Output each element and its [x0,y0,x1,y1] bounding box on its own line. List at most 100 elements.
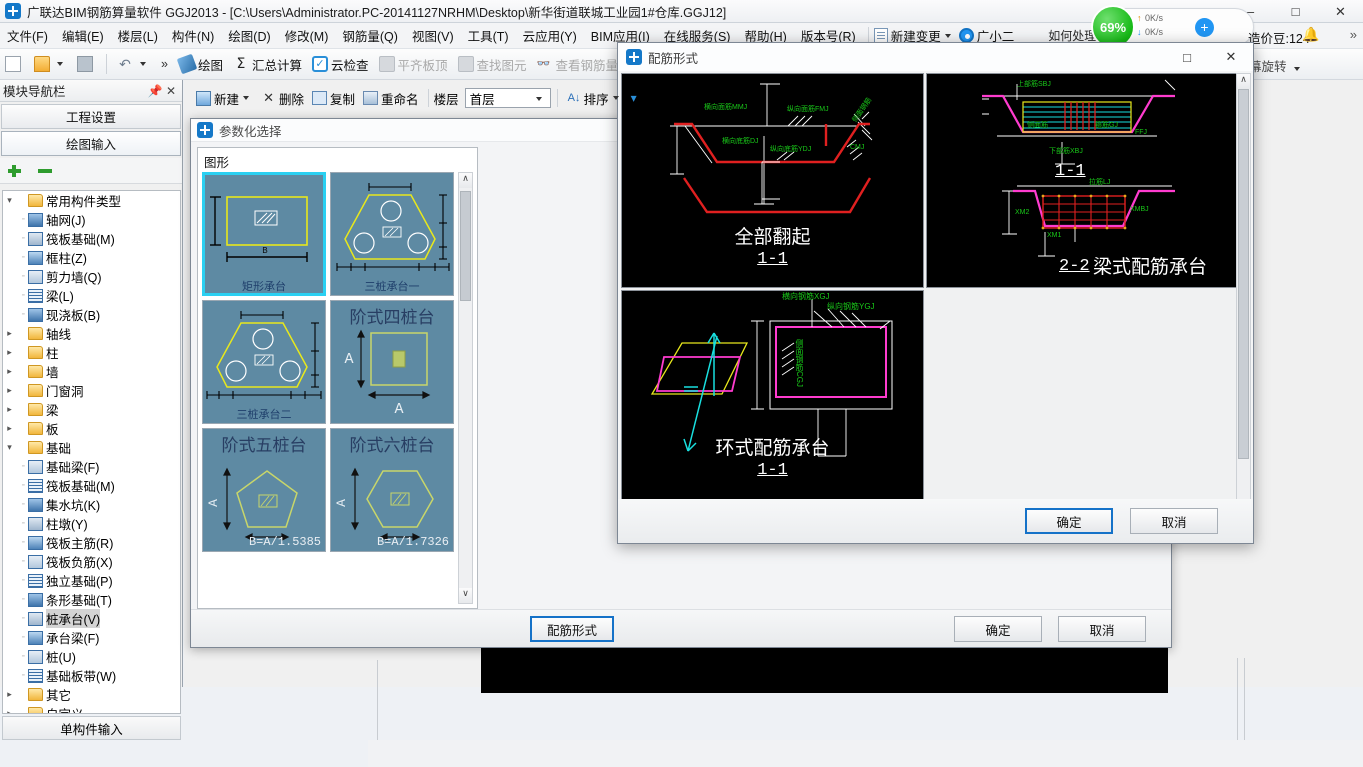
param-ok-button[interactable]: 确定 [954,616,1042,642]
align-slab-top-button[interactable]: 平齐板顶 [374,53,453,76]
floor-select[interactable]: 首层 [464,88,551,108]
shape-grid[interactable]: B 矩形承台 三桩承台一 三桩承台二 A A 阶式四桩台 A 阶式五桩台 B=A… [202,172,460,604]
summary-calc-button[interactable]: Σ 汇总计算 [228,53,307,76]
tree-item-folder[interactable]: ▸ 墙 [3,362,180,381]
tree-item-component[interactable]: ╶ 柱墩(Y) [3,514,180,533]
pin-icon[interactable]: 📌 [147,84,163,98]
add-icon[interactable] [6,163,26,179]
scroll-up-icon[interactable]: ∧ [1237,74,1250,89]
menu-item-floor[interactable]: 楼层(L) [111,23,165,48]
close-button[interactable]: ✕ [1318,0,1363,23]
scroll-thumb[interactable] [1238,89,1249,459]
view-rebar-button[interactable]: 👓 查看钢筋量 [532,53,624,76]
cloud-check-button[interactable]: ✓ 云检查 [307,53,374,76]
menu-item-file[interactable]: 文件(F) [0,23,55,48]
chevron-right-icon[interactable]: ▸ [3,328,16,339]
tab-draw-input[interactable]: 绘图输入 [1,131,181,156]
new-file-button[interactable] [0,54,29,74]
tree-item-component[interactable]: ╶ 独立基础(P) [3,571,180,590]
tree-item-component[interactable]: ╶ 桩承台(V) [3,609,180,628]
chevron-right-icon[interactable]: ▸ [3,423,16,434]
rebar-ok-button[interactable]: 确定 [1025,508,1113,534]
scroll-down-icon[interactable]: ∨ [459,588,472,603]
close-icon[interactable]: ✕ [163,84,179,98]
add-plus-icon[interactable]: + [1195,18,1214,37]
shape-grid-scrollbar[interactable]: ∧ ∨ [458,172,473,604]
rebar-form-grid[interactable]: 横向面筋MMJ 纵向面筋FMJ 横向底筋DJ 纵向底筋YDJ 侧面钢筋 CMJ … [621,73,1241,533]
chevron-right-icon[interactable]: ▸ [3,347,16,358]
menu-item-edit[interactable]: 编辑(E) [55,23,111,48]
shape-option-tri-pile-2[interactable]: 三桩承台二 [202,300,326,424]
open-file-button[interactable] [29,54,72,74]
tree-item-component[interactable]: ╶ 筏板基础(M) [3,476,180,495]
rebar-cell-ring-type-cap[interactable]: 横向钢筋XGJ 纵向钢筋YGJ 侧面钢筋CGJ 环式配筋承台 1-1 [621,290,924,502]
shape-option-step-4-pile[interactable]: A A 阶式四桩台 [330,300,454,424]
chevron-right-icon[interactable]: ▸ [3,708,16,713]
tree-item-component[interactable]: ╶ 条形基础(T) [3,590,180,609]
rebar-cancel-button[interactable]: 取消 [1130,508,1218,534]
chevron-right-icon[interactable]: ▸ [3,366,16,377]
draw-button[interactable]: 绘图 [174,53,228,76]
menu-item-cloud-app[interactable]: 云应用(Y) [516,23,584,48]
rebar-cell-beam-type-cap[interactable]: 上部筋SBJ 下部筋XBJ 侧面筋 箍筋GJ 拉筋LJ FFJ XM1 XM2 … [926,73,1240,288]
undo-button[interactable]: ↶ [112,54,155,74]
tab-single-component-input[interactable]: 单构件输入 [2,716,181,740]
chevron-right-icon[interactable]: ▸ [3,689,16,700]
menu-item-modify[interactable]: 修改(M) [278,23,336,48]
copy-component-button[interactable]: 复制 [308,87,359,110]
menu-item-view[interactable]: 视图(V) [405,23,461,48]
menu-item-rebar-qty[interactable]: 钢筋量(Q) [335,23,405,48]
tree-item-component[interactable]: ╶ 桩(U) [3,647,180,666]
shape-option-step-6-pile[interactable]: A 阶式六桩台 B=A/1.7326 [330,428,454,552]
tree-item-folder[interactable]: ▸ 柱 [3,343,180,362]
tree-item-component[interactable]: ╶ 基础梁(F) [3,457,180,476]
param-cancel-button[interactable]: 取消 [1058,616,1146,642]
tree-item-component[interactable]: ╶ 基础板带(W) [3,666,180,685]
find-element-button[interactable]: 查找图元 [453,53,532,76]
chevron-down-icon[interactable]: ▾ [3,195,16,206]
tree-item-component[interactable]: ╶ 轴网(J) [3,210,180,229]
shape-option-rect-cap[interactable]: B 矩形承台 [202,172,326,296]
tab-project-settings[interactable]: 工程设置 [1,104,181,129]
new-component-button[interactable]: 新建 [192,87,257,110]
tree-item-component[interactable]: ╶ 现浇板(B) [3,305,180,324]
rebar-maximize-button[interactable]: □ [1165,43,1209,71]
network-speed-widget[interactable]: 69% ↑ ↓ 0K/s 0K/s + [1091,5,1254,49]
filter-button[interactable]: ▾ 过滤 [627,87,677,110]
save-button[interactable] [72,54,101,74]
tree-item-component[interactable]: ╶ 筏板基础(M) [3,229,180,248]
chevron-down-icon[interactable]: ▾ [3,442,16,453]
shape-option-tri-pile-1[interactable]: 三桩承台一 [330,172,454,296]
tree-item-component[interactable]: ╶ 剪力墙(Q) [3,267,180,286]
component-tree[interactable]: ▾ 常用构件类型 ╶ 轴网(J) ╶ 筏板基础(M) ╶ 框柱(Z) ╶ 剪力墙(Q) ╶ 梁(L) ╶… [2,190,181,714]
tree-item-folder[interactable]: ▸ 轴线 [3,324,180,343]
rebar-close-button[interactable]: ✕ [1209,43,1253,71]
remove-icon[interactable] [36,163,56,179]
tree-item-folder[interactable]: ▸ 自定义 [3,704,180,713]
bell-icon[interactable]: 🔔 [1302,26,1319,43]
tree-item-folder[interactable]: ▾ 基础 [3,438,180,457]
chevron-right-icon[interactable]: ▸ [3,404,16,415]
tree-item-folder[interactable]: ▸ 梁 [3,400,180,419]
tree-item-component[interactable]: ╶ 集水坑(K) [3,495,180,514]
menu-item-tools[interactable]: 工具(T) [461,23,516,48]
maximize-button[interactable]: □ [1273,0,1318,23]
rebar-form-button[interactable]: 配筋形式 [530,616,614,642]
tree-item-folder[interactable]: ▸ 板 [3,419,180,438]
tree-item-component[interactable]: ╶ 承台梁(F) [3,628,180,647]
chevron-right-icon[interactable]: ▸ [3,385,16,396]
rename-component-button[interactable]: 重命名 [359,87,423,110]
menu-item-component[interactable]: 构件(N) [165,23,221,48]
rotate-button[interactable]: 幕旋转 [1249,56,1304,75]
tree-item-component[interactable]: ╶ 筏板负筋(X) [3,552,180,571]
tree-item-folder[interactable]: ▸ 门窗洞 [3,381,180,400]
menu-item-draw[interactable]: 绘图(D) [221,23,277,48]
scroll-up-icon[interactable]: ∧ [459,173,472,188]
shape-option-step-5-pile[interactable]: A 阶式五桩台 B=A/1.5385 [202,428,326,552]
delete-component-button[interactable]: ✕ 删除 [257,87,308,110]
tree-item-folder[interactable]: ▾ 常用构件类型 [3,191,180,210]
menubar-overflow-icon[interactable]: » [1350,27,1357,42]
tree-item-component[interactable]: ╶ 梁(L) [3,286,180,305]
rebar-grid-scrollbar[interactable]: ∧ ∨ [1236,73,1251,533]
toolbar-overflow-1[interactable]: » [155,57,174,71]
